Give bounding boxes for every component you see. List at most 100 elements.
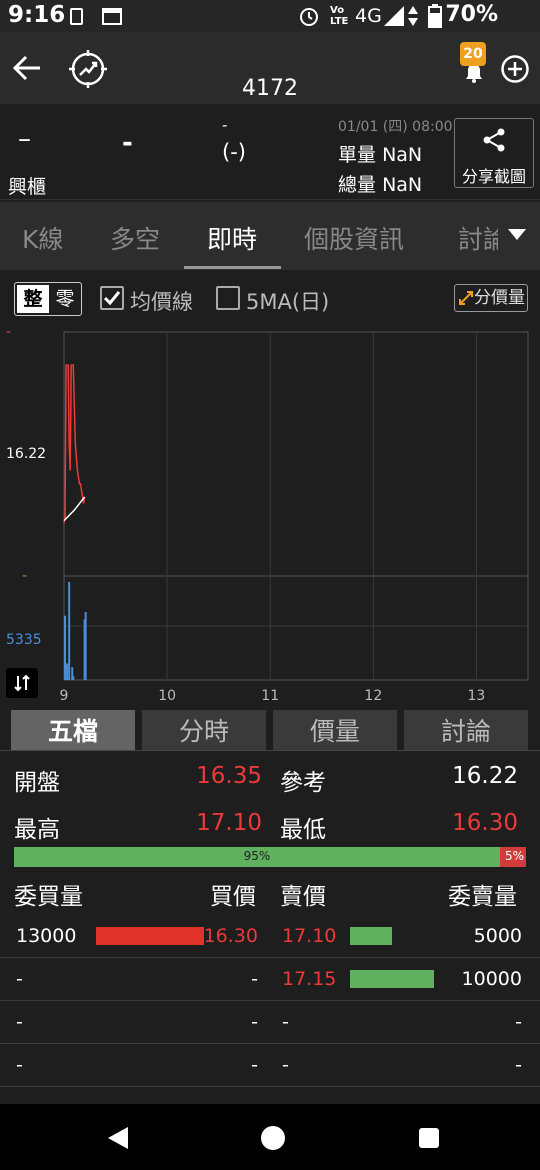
order-book-row: - - 17.15 10000 xyxy=(0,958,540,1001)
status-time: 9:16 xyxy=(8,2,66,28)
chart-frame xyxy=(63,331,529,681)
bid-price-header: 買價 xyxy=(210,884,256,910)
notification-badge: 20 xyxy=(460,42,486,66)
ask-qty: - xyxy=(515,1054,522,1076)
bid-price: - xyxy=(251,1054,258,1076)
x-tick-label: 12 xyxy=(364,688,382,704)
share-label: 分享截圖 xyxy=(461,167,526,186)
whole-lot-option[interactable]: 整 xyxy=(17,285,49,313)
average-series-line xyxy=(63,496,86,522)
avg-line-checkbox[interactable] xyxy=(100,286,124,310)
price-series-line xyxy=(63,364,86,524)
tab-time-sales[interactable]: 分時 xyxy=(142,710,266,750)
chart-toolbar: 整 零 均價線 5MA(日) 分價量 xyxy=(0,270,540,330)
quote-datetime: 01/01 (四) 08:00 xyxy=(338,119,453,135)
volume-bar xyxy=(64,615,67,680)
app-header: 4172 20 xyxy=(0,32,540,104)
volume-bar xyxy=(84,612,87,680)
main-tabs: K線 多空 即時 個股資訊 討論 xyxy=(0,202,540,270)
market-type: 興櫃 xyxy=(8,176,47,198)
current-price: – xyxy=(18,124,31,154)
bid-qty-header: 委買量 xyxy=(14,884,83,910)
nav-back-icon[interactable] xyxy=(106,1126,130,1150)
android-nav-bar xyxy=(0,1104,540,1170)
y-top-tick: - xyxy=(6,324,12,340)
tab-stock-info[interactable]: 個股資訊 xyxy=(304,220,404,256)
order-book-row: ---- xyxy=(0,1001,540,1044)
nav-home-icon[interactable] xyxy=(260,1125,286,1151)
ask-qty: - xyxy=(515,1011,522,1033)
bid-qty: - xyxy=(16,968,23,990)
add-circle-icon[interactable] xyxy=(500,54,530,84)
low-value: 16.30 xyxy=(452,810,518,836)
detail-tabs: 五檔 分時 價量 討論 xyxy=(0,710,540,750)
network-type: 4G xyxy=(355,5,382,27)
nav-recents-icon[interactable] xyxy=(417,1126,441,1150)
intraday-chart[interactable]: 9 10 11 12 13 - 16.22 - 5335 xyxy=(0,324,540,710)
x-tick-label: 9 xyxy=(60,688,69,704)
open-value: 16.35 xyxy=(196,763,262,789)
bid-qty: - xyxy=(16,1054,23,1076)
low-label: 最低 xyxy=(280,817,326,843)
sell-ratio-text: 5% xyxy=(504,849,524,863)
total-volume-value: NaN xyxy=(382,174,423,196)
tab-five-levels[interactable]: 五檔 xyxy=(11,710,135,750)
price-volume-distribution-button[interactable]: 分價量 xyxy=(454,284,528,312)
tab-bottom-discussion[interactable]: 討論 xyxy=(404,710,528,750)
share-icon xyxy=(483,128,505,152)
high-value: 17.10 xyxy=(196,810,262,836)
reference-label: 參考 xyxy=(280,770,326,796)
x-tick-label: 11 xyxy=(261,688,279,704)
total-volume-row: 總量 NaN xyxy=(338,170,422,197)
ask-qty-header: 委賣量 xyxy=(448,884,517,910)
total-volume-label: 總量 xyxy=(338,174,377,196)
calendar-icon xyxy=(102,8,122,25)
high-label: 最高 xyxy=(14,817,60,843)
chart-svg: 9 10 11 12 13 xyxy=(60,331,529,704)
change-percent: (-) xyxy=(222,140,246,164)
chart-grid xyxy=(63,331,529,681)
volume-bar xyxy=(68,582,71,680)
ask-depth-bar xyxy=(350,970,434,988)
x-tick-label: 13 xyxy=(468,688,486,704)
y-ref-tick: 16.22 xyxy=(6,446,47,462)
tabs-more-button[interactable] xyxy=(498,202,540,270)
tab-price-volume[interactable]: 價量 xyxy=(273,710,397,750)
reference-value: 16.22 xyxy=(452,763,518,789)
volte-icon: Vo LTE xyxy=(330,5,349,27)
price-layer xyxy=(63,364,86,524)
ask-depth-bar xyxy=(350,927,392,945)
order-book-row: 13000 16.30 17.10 5000 xyxy=(0,915,540,958)
odd-lot-option[interactable]: 零 xyxy=(51,285,79,313)
bid-qty: 13000 xyxy=(16,925,77,947)
x-ticks: 9 10 11 12 13 xyxy=(60,688,486,704)
x-tick-label: 10 xyxy=(158,688,176,704)
ask-price: 17.10 xyxy=(282,925,337,947)
tab-kline[interactable]: K線 xyxy=(22,220,63,256)
share-screenshot-button[interactable]: 分享截圖 xyxy=(454,118,534,188)
ma5-checkbox[interactable] xyxy=(216,286,240,310)
volume-bar xyxy=(66,663,69,680)
single-volume-label: 單量 xyxy=(338,144,377,166)
lot-type-toggle[interactable]: 整 零 xyxy=(14,282,82,316)
change-top: - xyxy=(222,116,228,134)
price-volume-label: 分價量 xyxy=(474,288,525,308)
tab-bullbear[interactable]: 多空 xyxy=(110,220,160,256)
battery-icon xyxy=(428,4,442,28)
ask-qty: 10000 xyxy=(461,968,522,990)
bid-price: - xyxy=(251,968,258,990)
volume-bar xyxy=(72,676,75,680)
bid-price: 16.30 xyxy=(203,925,258,947)
tab-realtime[interactable]: 即時 xyxy=(207,220,257,256)
sim-icon xyxy=(70,8,83,25)
bid-price: - xyxy=(251,1011,258,1033)
single-volume-value: NaN xyxy=(382,144,423,166)
alarm-icon xyxy=(300,8,318,26)
buy-ratio-text: 95% xyxy=(243,849,271,863)
single-volume-row: 單量 NaN xyxy=(338,140,422,167)
volume-layer xyxy=(64,582,87,680)
chart-sort-button[interactable] xyxy=(6,668,38,698)
bid-qty: - xyxy=(16,1011,23,1033)
buy-sell-ratio-bar: 95% 5% xyxy=(14,847,526,867)
ask-price-header: 賣價 xyxy=(280,884,326,910)
